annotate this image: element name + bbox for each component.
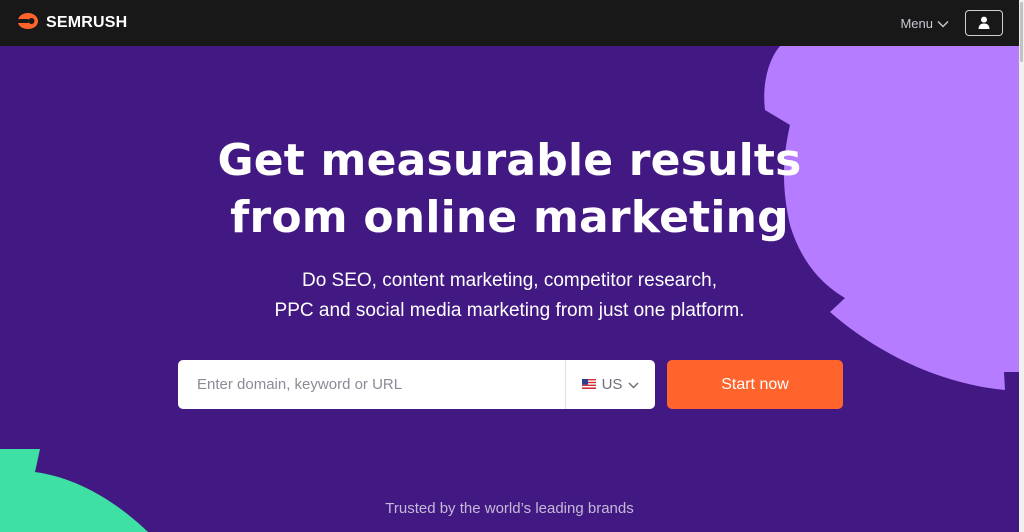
menu-label: Menu: [900, 15, 933, 31]
subhead-line-1: Do SEO, content marketing, competitor re…: [301, 270, 717, 291]
headline-line-1: Get measurable results: [217, 135, 802, 186]
country-code: US: [601, 376, 623, 393]
page-scrollbar[interactable]: [1019, 0, 1024, 532]
top-navigation-bar: SEMRUSH Menu: [0, 0, 1019, 46]
headline-line-2: from online marketing: [230, 192, 789, 243]
chevron-down-icon: [937, 16, 949, 31]
user-account-button[interactable]: [965, 10, 1003, 36]
chevron-down-icon: [628, 376, 639, 393]
country-selector[interactable]: US: [566, 360, 655, 409]
search-bar: US: [178, 360, 655, 409]
start-now-button[interactable]: Start now: [667, 360, 843, 409]
subhead-line-2: PPC and social media marketing from just…: [274, 300, 745, 321]
trusted-brands-text: Trusted by the world’s leading brands: [385, 500, 634, 517]
page-subheading: Do SEO, content marketing, competitor re…: [0, 266, 1019, 326]
brand-logo[interactable]: SEMRUSH: [16, 12, 127, 34]
brand-name: SEMRUSH: [46, 14, 128, 31]
page-headline: Get measurable results from online marke…: [0, 132, 1019, 246]
domain-search-input[interactable]: [178, 360, 565, 409]
scrollbar-thumb[interactable]: [1020, 2, 1023, 62]
us-flag-icon: [581, 376, 596, 393]
semrush-flame-icon: [16, 12, 40, 34]
user-icon: [978, 14, 990, 33]
hero-section: Get measurable results from online marke…: [0, 46, 1019, 532]
menu-button[interactable]: Menu: [900, 16, 949, 31]
